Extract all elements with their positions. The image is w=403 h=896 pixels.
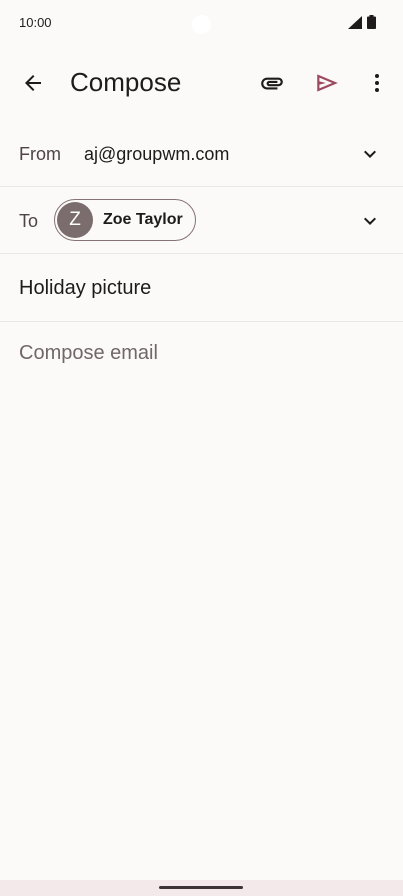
compose-body-input[interactable]: Compose email xyxy=(19,342,384,365)
from-label: From xyxy=(19,144,61,164)
gesture-handle[interactable] xyxy=(159,886,243,889)
page-title: Compose xyxy=(70,67,182,97)
paperclip-icon xyxy=(261,77,283,90)
signal-icon xyxy=(348,16,362,29)
battery-icon xyxy=(367,15,376,29)
more-vert-icon xyxy=(375,74,379,92)
from-row[interactable]: From aj@groupwm.com xyxy=(0,120,403,187)
recipient-chip[interactable]: Z Zoe Taylor xyxy=(54,199,196,241)
subject-value: Holiday picture xyxy=(19,277,152,299)
chevron-down-icon xyxy=(364,217,376,225)
more-options-button[interactable] xyxy=(361,63,393,103)
navigation-bar xyxy=(0,880,403,896)
status-bar: 10:00 xyxy=(0,0,403,46)
status-time: 10:00 xyxy=(19,15,52,30)
from-expand-button[interactable] xyxy=(355,139,385,169)
chevron-down-icon xyxy=(364,150,376,158)
to-label: To xyxy=(19,211,39,231)
arrow-back-icon xyxy=(25,75,41,91)
attach-button[interactable] xyxy=(252,63,292,103)
top-app-bar: Compose xyxy=(0,52,403,114)
to-expand-button[interactable] xyxy=(355,206,385,236)
send-button[interactable] xyxy=(307,63,347,103)
back-button[interactable] xyxy=(13,63,53,103)
recipient-name: Zoe Taylor xyxy=(103,211,183,228)
compose-screen: 10:00 Compose From aj@groupwm.com To Z Z… xyxy=(0,0,403,896)
to-row[interactable]: To Z Zoe Taylor xyxy=(0,187,403,254)
avatar: Z xyxy=(57,202,93,238)
subject-field[interactable]: Holiday picture xyxy=(0,254,403,322)
from-address: aj@groupwm.com xyxy=(84,144,230,164)
camera-cutout xyxy=(192,15,211,34)
send-icon xyxy=(317,74,338,92)
